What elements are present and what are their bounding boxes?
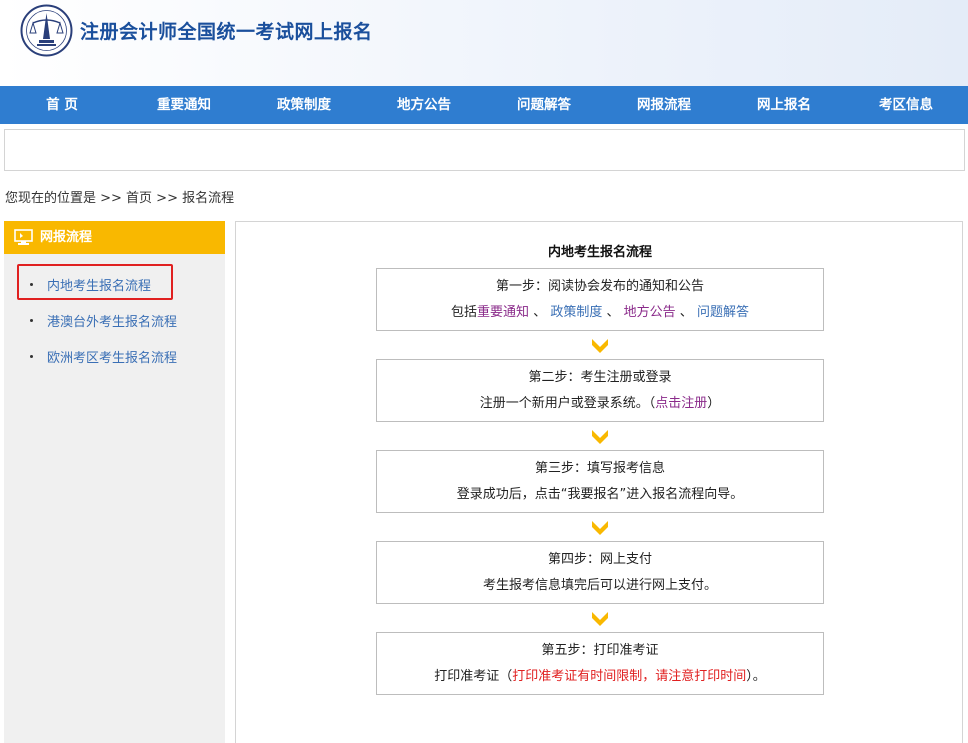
flow-title: 内地考生报名流程 xyxy=(547,245,652,260)
sidebar-item-label: 港澳台外考生报名流程 xyxy=(47,315,178,330)
bullet-icon xyxy=(30,355,33,358)
breadcrumb: 您现在的位置是 >> 首页 >> 报名流程 xyxy=(5,191,235,206)
separator: 、 xyxy=(529,305,547,320)
step-5-title: 第五步：打印准考证 xyxy=(541,643,659,658)
sidebar-title: 网报流程 xyxy=(40,230,93,245)
step-4-box: 第四步：网上支付 考生报考信息填完后可以进行网上支付。 xyxy=(376,541,824,604)
arrow-down-icon xyxy=(592,521,608,535)
monitor-icon xyxy=(14,229,33,245)
site-title: 注册会计师全国统一考试网上报名 xyxy=(80,21,373,43)
step-3-box: 第三步：填写报考信息 登录成功后，点击“我要报名”进入报名流程向导。 xyxy=(376,450,824,513)
separator: 、 xyxy=(602,305,620,320)
site-header: 注册会计师全国统一考试网上报名 xyxy=(0,0,968,86)
link-policy[interactable]: 政策制度 xyxy=(550,305,602,320)
nav-item-process[interactable]: 网报流程 xyxy=(604,86,724,124)
arrow-down-icon xyxy=(592,612,608,626)
main-nav: 首 页 重要通知 政策制度 地方公告 问题解答 网报流程 网上报名 考区信息 xyxy=(0,86,968,124)
nav-item-home[interactable]: 首 页 xyxy=(0,86,124,124)
step-2-title: 第二步：考生注册或登录 xyxy=(528,370,672,385)
nav-item-exam-area[interactable]: 考区信息 xyxy=(844,86,968,124)
step-2-suffix: ） xyxy=(707,396,721,411)
sidebar-header: 网报流程 xyxy=(4,221,225,254)
step-3-desc: 登录成功后，点击“我要报名”进入报名流程向导。 xyxy=(456,487,744,502)
link-important-notices[interactable]: 重要通知 xyxy=(477,305,529,320)
step-5-box: 第五步：打印准考证 打印准考证（打印准考证有时间限制，请注意打印时间）。 xyxy=(376,632,824,695)
sidebar-item-label: 欧洲考区考生报名流程 xyxy=(47,351,178,366)
link-local-notices[interactable]: 地方公告 xyxy=(624,305,676,320)
step-2-box: 第二步：考生注册或登录 注册一个新用户或登录系统。（点击注册） xyxy=(376,359,824,422)
step-5-desc: 打印准考证（打印准考证有时间限制，请注意打印时间）。 xyxy=(377,665,823,684)
sidebar-item-hk-macao-taiwan-foreign[interactable]: 港澳台外考生报名流程 xyxy=(30,311,177,330)
step-1-title: 第一步：阅读协会发布的通知和公告 xyxy=(495,279,704,294)
nav-item-local-notices[interactable]: 地方公告 xyxy=(364,86,484,124)
step-3-title: 第三步：填写报考信息 xyxy=(534,461,665,476)
nav-item-faq[interactable]: 问题解答 xyxy=(484,86,604,124)
cicpa-logo-icon xyxy=(20,4,73,57)
step-2-desc: 注册一个新用户或登录系统。（点击注册） xyxy=(377,392,823,411)
link-register[interactable]: 点击注册 xyxy=(655,396,707,411)
step-5-text: 打印准考证（ xyxy=(434,669,513,684)
nav-item-policy[interactable]: 政策制度 xyxy=(244,86,364,124)
nav-item-notices[interactable]: 重要通知 xyxy=(124,86,244,124)
main-content: 内地考生报名流程 第一步：阅读协会发布的通知和公告 包括重要通知 、 政策制度 … xyxy=(235,221,963,743)
step-2-text: 注册一个新用户或登录系统。（ xyxy=(479,396,656,411)
arrow-down-icon xyxy=(592,430,608,444)
step-1-prefix: 包括 xyxy=(451,305,478,320)
selected-item-highlight xyxy=(17,264,173,300)
step-4-desc: 考生报考信息填完后可以进行网上支付。 xyxy=(482,578,717,593)
print-time-warning: 打印准考证有时间限制，请注意打印时间 xyxy=(512,669,747,684)
step-1-desc: 包括重要通知 、 政策制度 、 地方公告 、 问题解答 xyxy=(377,301,823,320)
step-5-suffix: ）。 xyxy=(746,669,766,684)
bullet-icon xyxy=(30,319,33,322)
sidebar-item-europe[interactable]: 欧洲考区考生报名流程 xyxy=(30,347,177,366)
link-faq[interactable]: 问题解答 xyxy=(697,305,749,320)
separator: 、 xyxy=(675,305,693,320)
arrow-down-icon xyxy=(592,339,608,353)
nav-item-online-registration[interactable]: 网上报名 xyxy=(724,86,844,124)
step-4-title: 第四步：网上支付 xyxy=(547,552,652,567)
banner-box xyxy=(4,129,965,171)
step-1-box: 第一步：阅读协会发布的通知和公告 包括重要通知 、 政策制度 、 地方公告 、 … xyxy=(376,268,824,331)
